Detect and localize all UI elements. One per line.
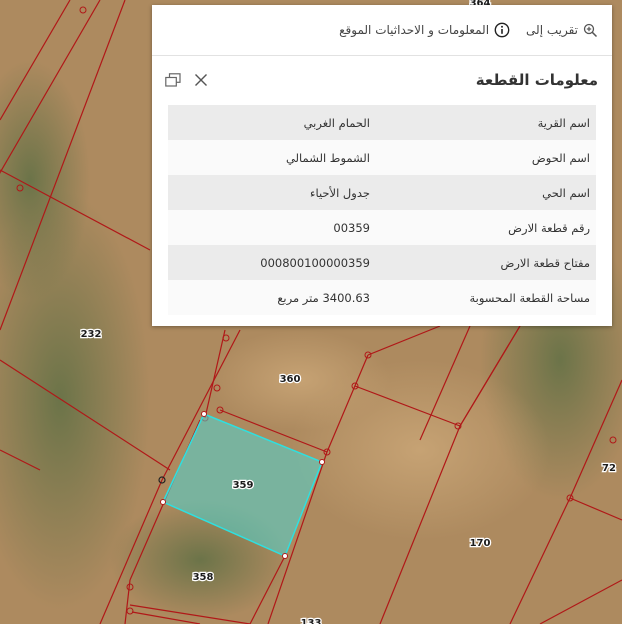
parcel-info-popup: تقريب إلى المعلومات و الاحداثيات الموقع … <box>152 5 612 326</box>
info-coordinates-button[interactable]: المعلومات و الاحداثيات الموقع <box>339 22 510 38</box>
parcel-label-358: 358 <box>193 572 214 583</box>
table-row: مساحة القطعة المحسوبة 3400.63 متر مربع <box>168 280 596 315</box>
parcel-label-170: 170 <box>470 538 491 549</box>
attribute-value: جدول الأحياء <box>168 175 376 210</box>
parcel-label-232: 232 <box>81 329 102 340</box>
close-button[interactable] <box>192 71 210 89</box>
table-row: مفتاح قطعة الارض 000800100000359 <box>168 245 596 280</box>
table-row: اسم القرية الحمام الغربي <box>168 105 596 140</box>
dock-button[interactable] <box>164 71 182 89</box>
attribute-name: اسم الحوض <box>376 140 596 175</box>
info-coordinates-label: المعلومات و الاحداثيات الموقع <box>339 23 490 37</box>
parcel-label-360: 360 <box>280 374 301 385</box>
parcel-label-133: 133 <box>301 618 322 624</box>
attribute-name: مساحة القطعة المحسوبة <box>376 280 596 315</box>
info-icon <box>494 22 510 38</box>
parcel-label-359: 359 <box>233 480 254 491</box>
zoom-in-icon <box>583 23 598 37</box>
close-icon <box>195 74 207 86</box>
parcel-label-72: 72 <box>602 463 616 474</box>
attribute-value: 3400.63 متر مربع <box>168 280 376 315</box>
dock-icon <box>165 73 181 87</box>
attribute-name: رقم قطعة الارض <box>376 210 596 245</box>
parcel-attributes-table: اسم القرية الحمام الغربي اسم الحوض الشمو… <box>168 105 596 315</box>
popup-actions-bar: تقريب إلى المعلومات و الاحداثيات الموقع <box>152 5 612 56</box>
zoom-to-label: تقريب إلى <box>526 23 578 37</box>
popup-header: معلومات القطعة <box>152 56 612 104</box>
popup-title: معلومات القطعة <box>475 71 598 89</box>
table-row: اسم الحوض الشموط الشمالي <box>168 140 596 175</box>
zoom-to-button[interactable]: تقريب إلى <box>526 23 598 38</box>
table-row: رقم قطعة الارض 00359 <box>168 210 596 245</box>
attribute-value: 00359 <box>168 210 376 245</box>
attribute-value: 000800100000359 <box>168 245 376 280</box>
attribute-value: الحمام الغربي <box>168 105 376 140</box>
table-row: اسم الحي جدول الأحياء <box>168 175 596 210</box>
attribute-name: مفتاح قطعة الارض <box>376 245 596 280</box>
attribute-name: اسم الحي <box>376 175 596 210</box>
attribute-name: اسم القرية <box>376 105 596 140</box>
attribute-value: الشموط الشمالي <box>168 140 376 175</box>
